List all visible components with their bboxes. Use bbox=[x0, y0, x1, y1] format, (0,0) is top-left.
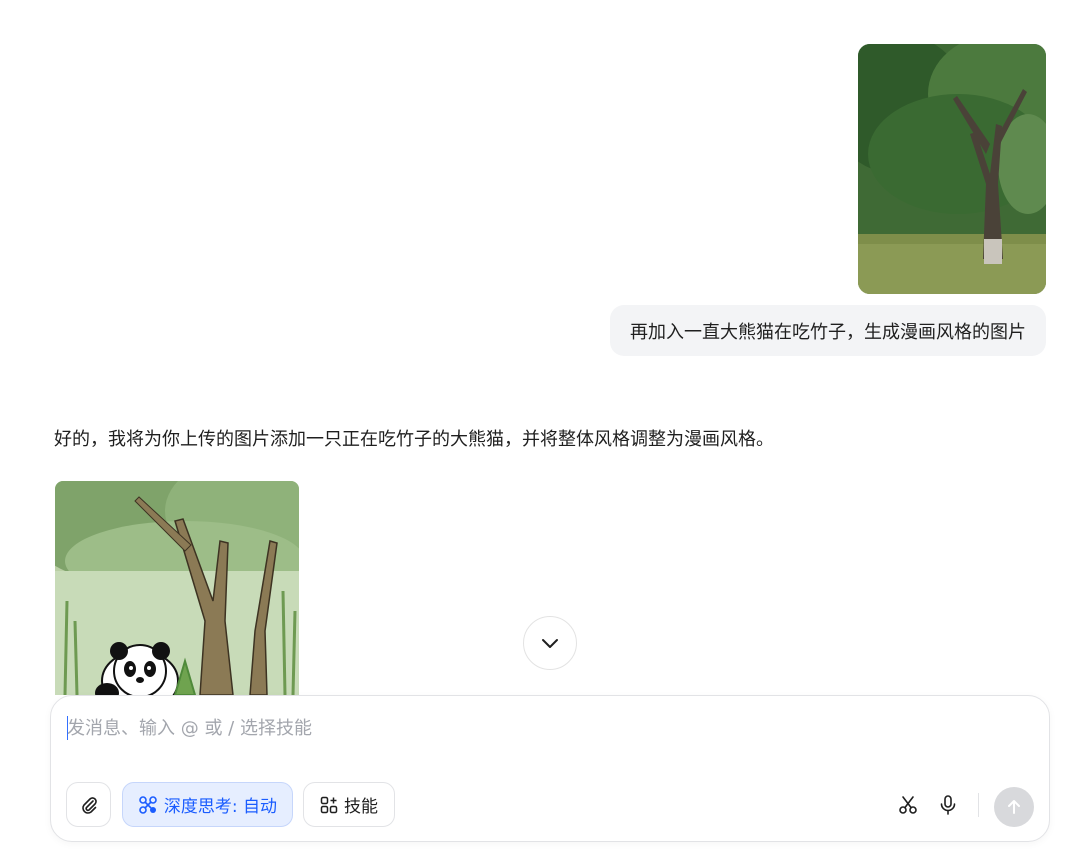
user-message-bubble: 再加入一直大熊猫在吃竹子，生成漫画风格的图片 bbox=[610, 305, 1046, 356]
assistant-generated-image[interactable] bbox=[55, 481, 299, 695]
assistant-message-text: 好的，我将为你上传的图片添加一只正在吃竹子的大熊猫，并将整体风格调整为漫画风格。 bbox=[54, 429, 774, 450]
text-caret bbox=[67, 716, 68, 740]
apps-grid-icon bbox=[320, 796, 338, 813]
arrow-up-icon bbox=[1008, 800, 1020, 814]
paperclip-icon bbox=[81, 796, 97, 814]
user-uploaded-photo[interactable] bbox=[858, 44, 1046, 294]
panda-comic-image bbox=[55, 481, 299, 695]
message-composer: 深度思考: 自动 技能 bbox=[50, 695, 1050, 842]
skills-label: 技能 bbox=[344, 797, 378, 817]
scroll-to-bottom-button[interactable] bbox=[523, 616, 577, 670]
user-message-text: 再加入一直大熊猫在吃竹子，生成漫画风格的图片 bbox=[630, 321, 1026, 343]
microphone-icon bbox=[940, 795, 956, 815]
scissors-button[interactable] bbox=[893, 790, 923, 820]
chevron-down-icon bbox=[542, 639, 558, 648]
tree-photo-image bbox=[858, 44, 1046, 294]
send-button[interactable] bbox=[994, 787, 1034, 827]
attach-button[interactable] bbox=[66, 782, 111, 827]
deep-think-icon bbox=[139, 795, 157, 814]
deep-think-toggle[interactable]: 深度思考: 自动 bbox=[122, 782, 293, 827]
deep-think-label: 深度思考: 自动 bbox=[163, 797, 278, 817]
scissors-icon bbox=[899, 796, 917, 814]
skills-button[interactable]: 技能 bbox=[303, 782, 395, 827]
message-input[interactable] bbox=[67, 714, 967, 742]
microphone-button[interactable] bbox=[933, 790, 963, 820]
toolbar-divider bbox=[978, 793, 979, 817]
